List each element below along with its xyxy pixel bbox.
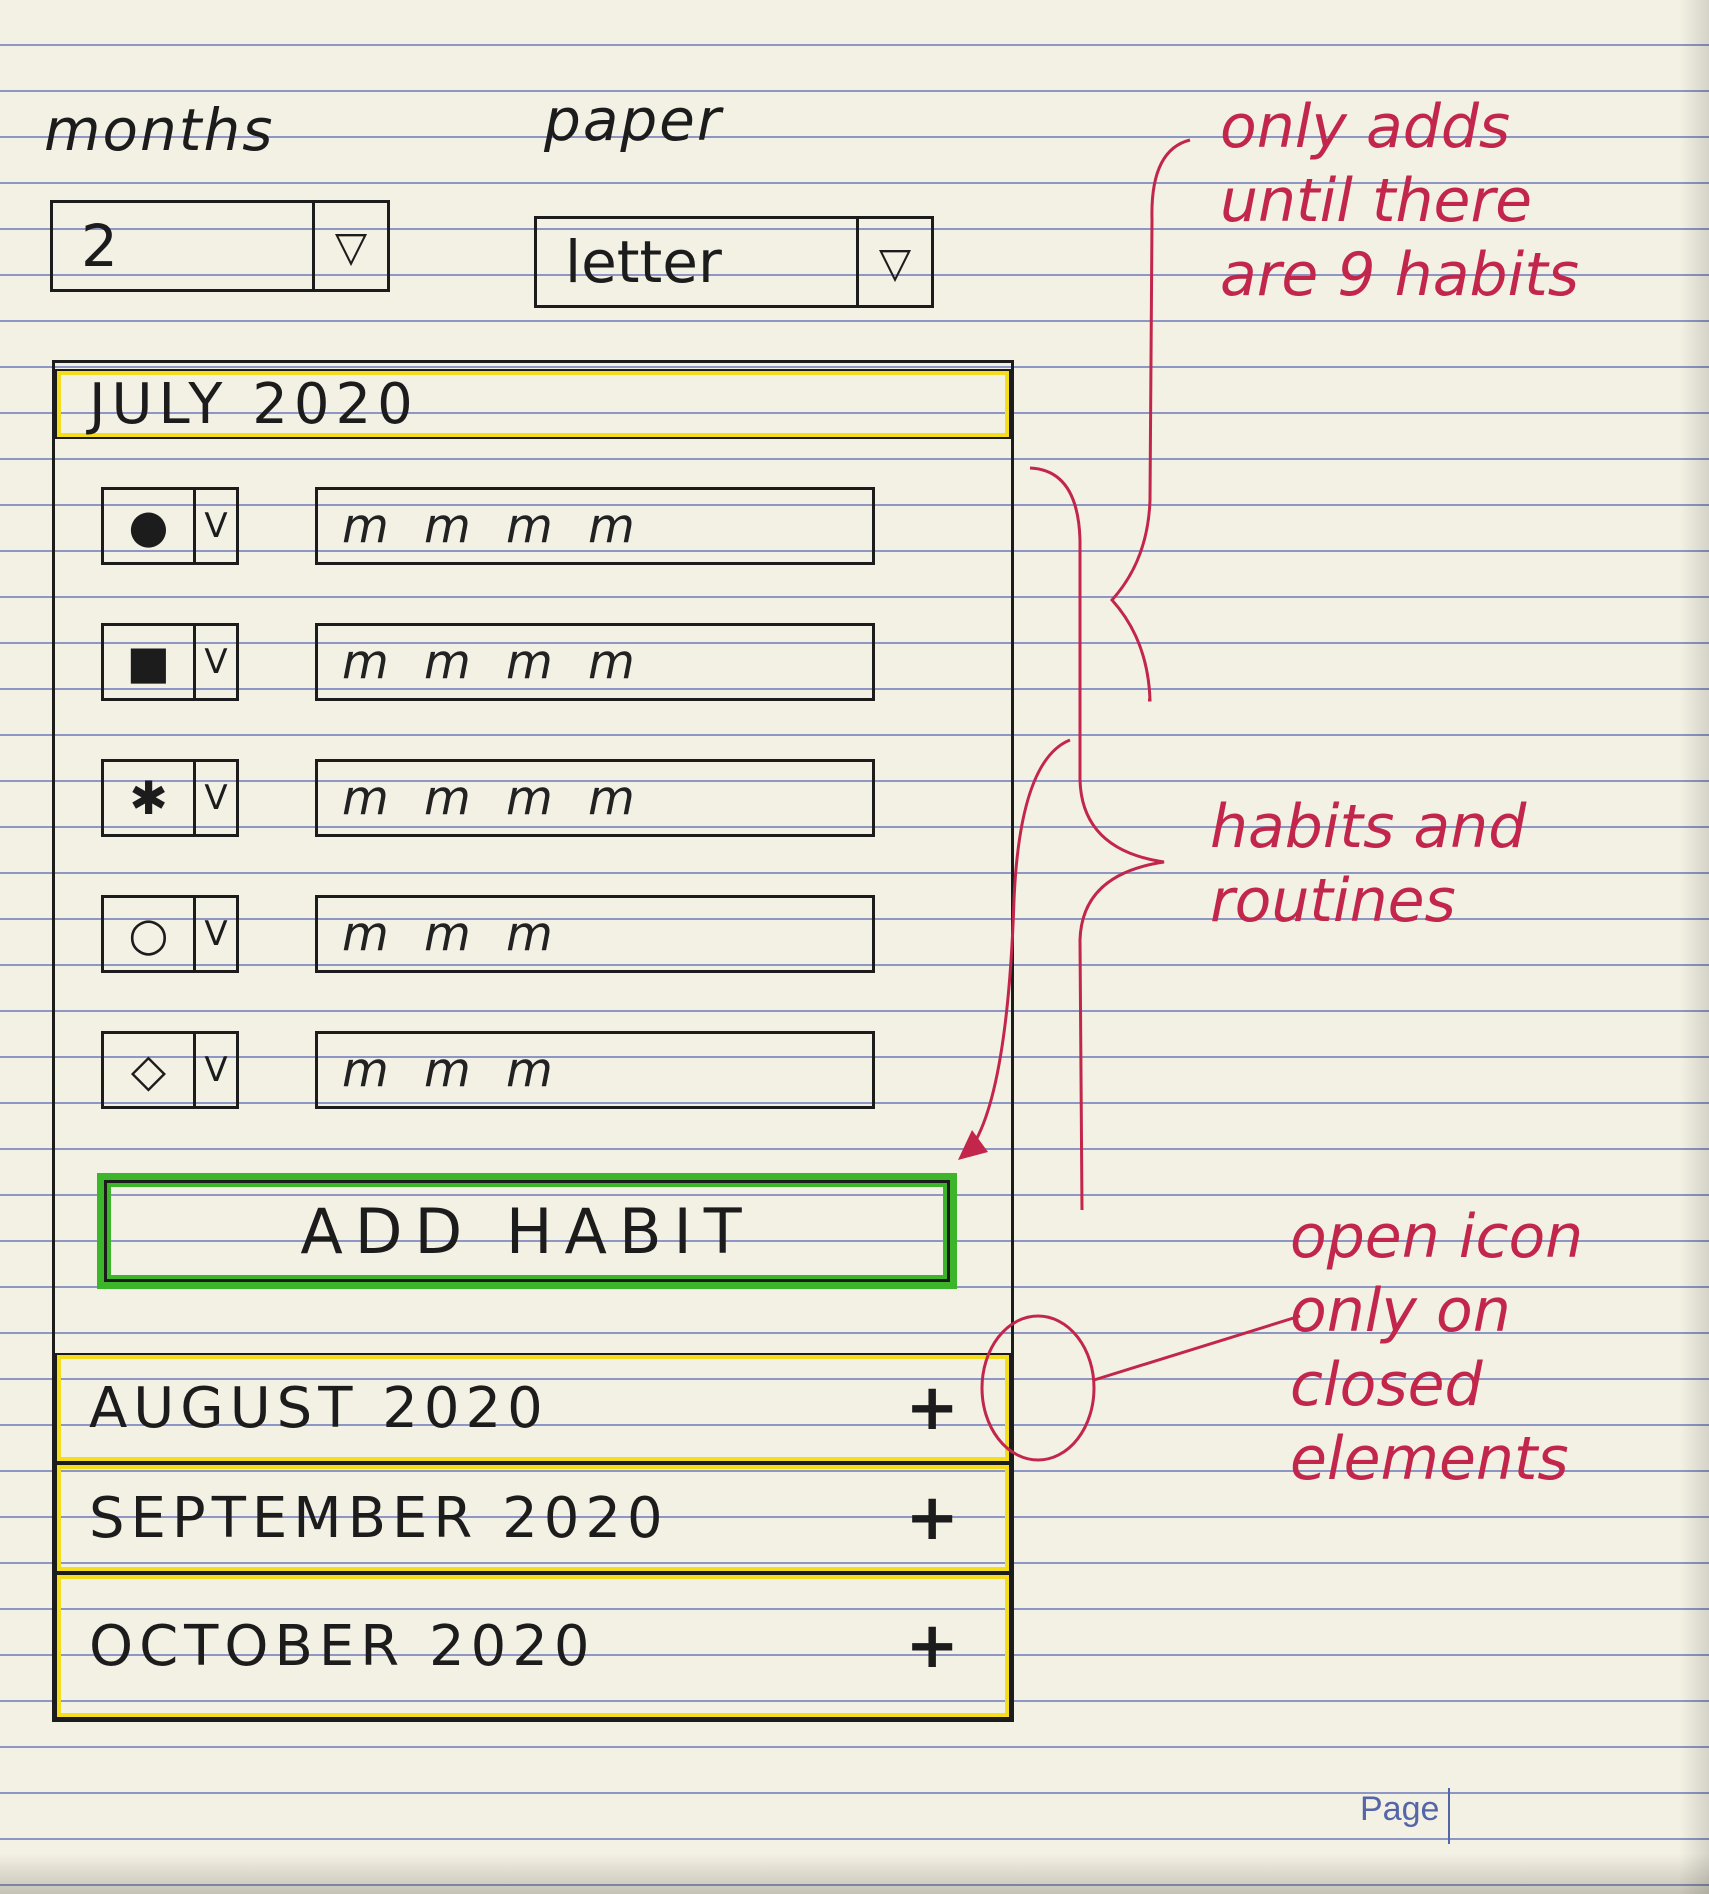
month-header-august[interactable]: AUGUST 2020 + [55,1353,1011,1463]
filled-circle-icon: ● [128,499,169,553]
chevron-down-icon[interactable]: ▽ [312,203,387,289]
pointer-line [1093,1314,1301,1382]
annotation-note: open icon only on closed elements [1290,1202,1584,1494]
month-title: SEPTEMBER 2020 [89,1485,669,1551]
habit-name-input[interactable]: m m m m [315,623,875,701]
habit-row: ■ V m m m m [101,619,875,705]
month-title: JULY 2020 [89,371,419,437]
diamond-icon: ◇ [130,1043,167,1097]
paper-select[interactable]: letter ▽ [534,216,934,308]
annotation-note: habits and routines [1210,792,1527,936]
habit-icon-picker[interactable]: ● V [101,487,239,565]
chevron-down-icon[interactable]: V [193,898,236,970]
month-title: OCTOBER 2020 [89,1613,596,1679]
page-label: Page [1360,1790,1440,1828]
habit-icon-picker[interactable]: ○ V [101,895,239,973]
brace-mark [1029,466,1165,1211]
page-number-line [1448,1788,1450,1844]
paper-label: paper [544,86,723,154]
month-header-october[interactable]: OCTOBER 2020 + [55,1573,1011,1719]
plus-icon[interactable]: + [905,1481,965,1555]
habit-row: ○ V m m m [101,891,875,977]
habit-row: ✱ V m m m m [101,755,875,841]
add-habit-button[interactable]: ADD HABIT [97,1173,957,1289]
brace-mark [1109,138,1191,702]
habit-name-input[interactable]: m m m [315,1031,875,1109]
habit-name-input[interactable]: m m m m [315,487,875,565]
plus-icon[interactable]: + [905,1609,965,1683]
habit-icon-picker[interactable]: ◇ V [101,1031,239,1109]
filled-square-icon: ■ [126,635,171,689]
months-value: 2 [81,212,118,280]
months-accordion: JULY 2020 ● V m m m m ■ V m m m m ✱ V m … [52,360,1014,1722]
plus-icon[interactable]: + [905,1371,965,1445]
month-header-july[interactable]: JULY 2020 [55,369,1011,439]
chevron-down-icon[interactable]: V [193,490,236,562]
habit-row: ● V m m m m [101,483,875,569]
star-icon: ✱ [129,771,168,825]
month-title: AUGUST 2020 [89,1375,549,1441]
annotation-note: only adds until there are 9 habits [1220,92,1580,310]
month-header-september[interactable]: SEPTEMBER 2020 + [55,1463,1011,1573]
paper-value: letter [565,228,722,296]
circle-icon: ○ [128,907,169,961]
habit-icon-picker[interactable]: ■ V [101,623,239,701]
chevron-down-icon[interactable]: V [193,1034,236,1106]
page-bottom-shadow [0,1854,1709,1894]
chevron-down-icon[interactable]: ▽ [856,219,931,305]
months-label: months [44,96,275,164]
habit-name-input[interactable]: m m m [315,895,875,973]
habit-row: ◇ V m m m [101,1027,875,1113]
chevron-down-icon[interactable]: V [193,626,236,698]
page-edge-shadow [1679,0,1709,1894]
months-select[interactable]: 2 ▽ [50,200,390,292]
habit-name-input[interactable]: m m m m [315,759,875,837]
habit-icon-picker[interactable]: ✱ V [101,759,239,837]
chevron-down-icon[interactable]: V [193,762,236,834]
